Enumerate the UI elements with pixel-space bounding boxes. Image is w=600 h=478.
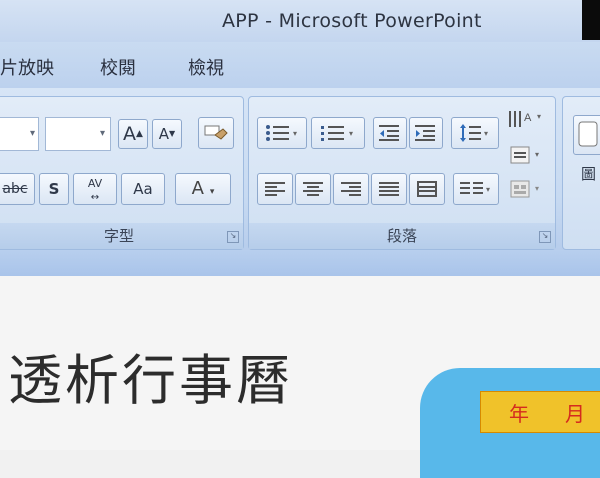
increase-indent-button[interactable] [409,117,443,149]
line-spacing-button[interactable]: ▾ [451,117,499,149]
convert-smartart-button[interactable]: ▾ [505,177,549,205]
group-partial-label: 圖 [581,165,597,183]
outdent-icon [379,125,399,141]
font-size-input[interactable]: ▾ [45,117,111,151]
font-name-input[interactable]: ▾ [0,117,39,151]
align-center-button[interactable] [295,173,331,205]
grow-font-button[interactable]: A▲ [118,119,148,149]
text-direction-icon: A ▾ [509,111,541,127]
yellow-date-box[interactable]: 年 月 [480,391,600,433]
shape-icon [578,121,598,147]
numbering-button[interactable]: ▾ [311,117,365,149]
dialog-launcher-icon[interactable]: ↘ [539,231,551,243]
shadow-button[interactable]: S [39,173,69,205]
decrease-indent-button[interactable] [373,117,407,149]
font-group-label: 字型 [0,223,243,249]
svg-text:▾: ▾ [537,112,541,121]
justify-button[interactable] [371,173,407,205]
slide-title[interactable]: 透析行事曆 [8,336,293,415]
numbered-list-icon: ▾ [321,126,353,141]
bullet-list-icon: ▾ [266,125,297,141]
drawing-group-partial: 圖 [562,96,600,250]
ribbon-tabs: 片放映 校閱 檢視 [0,42,600,88]
columns-button[interactable]: ▾ [453,173,499,205]
year-label: 年 [509,402,529,426]
change-case-button[interactable]: Aa [121,173,165,205]
chevron-down-icon[interactable]: ▾ [100,128,105,139]
svg-text:▾: ▾ [293,129,297,138]
align-right-button[interactable] [333,173,369,205]
tab-review[interactable]: 校閱 [100,54,136,80]
align-left-icon [265,182,285,196]
clear-formatting-button[interactable] [198,117,234,149]
svg-text:▾: ▾ [484,129,488,138]
justify-icon [379,182,399,196]
svg-text:▾: ▾ [486,185,490,194]
paragraph-group: ▾ ▾ ▾ ▾ A ▾ ▾ ▾ 段落 ↘ [248,96,556,250]
shrink-font-button[interactable]: A▼ [152,119,182,149]
text-direction-button[interactable]: A ▾ [505,107,549,135]
bullets-button[interactable]: ▾ [257,117,307,149]
indent-icon [415,125,435,141]
align-text-button[interactable]: ▾ [505,143,549,171]
shapes-button[interactable] [573,115,600,155]
character-spacing-button[interactable]: AV ↔ [73,173,117,205]
svg-text:▾: ▾ [535,150,539,159]
chevron-down-icon[interactable]: ▾ [30,128,35,139]
align-text-icon: ▾ [510,146,539,164]
slide-canvas[interactable]: 透析行事曆 年 月 [0,276,600,478]
month-label: 月 [565,402,585,426]
align-right-icon [341,182,361,196]
svg-text:▾: ▾ [535,184,539,193]
strikethrough-button[interactable]: abc [0,173,35,205]
ribbon-bottom-bar [0,250,600,276]
align-center-icon [303,182,323,196]
svg-text:A: A [524,112,532,124]
eraser-icon [204,125,228,140]
tab-slide-show[interactable]: 片放映 [0,54,54,80]
columns-icon: ▾ [460,182,490,194]
distributed-icon [417,181,437,197]
dialog-launcher-icon[interactable]: ↘ [227,231,239,243]
svg-text:▾: ▾ [349,129,353,138]
window-title: APP - Microsoft PowerPoint [222,10,482,32]
font-color-button[interactable]: A ▾ [175,173,231,205]
tab-view[interactable]: 檢視 [188,54,224,80]
smartart-icon: ▾ [510,180,539,198]
paragraph-group-label: 段落 [249,223,555,249]
ribbon: ▾ ▾ A▲ A▼ abc S AV ↔ Aa A ▾ 字型 ↘ ▾ ▾ ▾ ▾… [0,88,600,250]
font-group: ▾ ▾ A▲ A▼ abc S AV ↔ Aa A ▾ 字型 ↘ [0,96,244,250]
align-left-button[interactable] [257,173,293,205]
line-spacing-icon: ▾ [460,124,488,142]
distributed-button[interactable] [409,173,445,205]
spacing-arrows-icon: ↔ [90,192,100,203]
title-bar: APP - Microsoft PowerPoint [0,0,600,42]
title-bar-edge [582,0,600,40]
